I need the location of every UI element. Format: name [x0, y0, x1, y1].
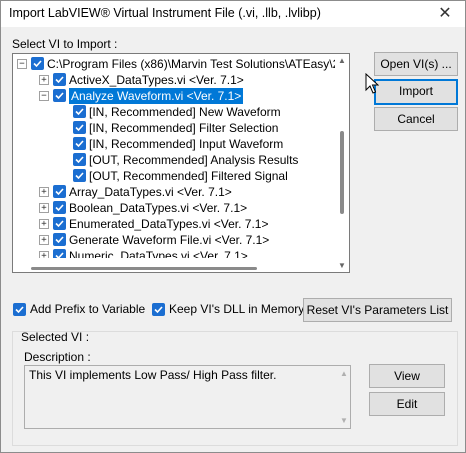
collapse-icon[interactable]: −	[17, 59, 27, 69]
description-box[interactable]: This VI implements Low Pass/ High Pass f…	[24, 365, 351, 429]
view-button[interactable]: View	[369, 364, 445, 388]
tree-parameter-item[interactable]: [IN, Recommended] New Waveform	[13, 104, 335, 120]
scroll-down-icon[interactable]: ▼	[338, 261, 346, 270]
tree-item-label: Generate Waveform File.vi <Ver. 7.1>	[69, 233, 270, 247]
tree-vi-item[interactable]: + Boolean_DataTypes.vi <Ver. 7.1>	[13, 200, 335, 216]
tree-item-label: Analyze Waveform.vi <Ver. 7.1>	[69, 88, 244, 104]
tree-parameter-item[interactable]: [IN, Recommended] Input Waveform	[13, 136, 335, 152]
vi-tree[interactable]: − C:\Program Files (x86)\Marvin Test Sol…	[12, 53, 350, 273]
tree-root-path: C:\Program Files (x86)\Marvin Test Solut…	[47, 57, 350, 71]
tree-parameter-item[interactable]: [IN, Recommended] Filter Selection	[13, 120, 335, 136]
checkbox-icon[interactable]	[53, 185, 66, 198]
scroll-up-icon[interactable]: ▲	[338, 56, 346, 65]
description-label: Description :	[24, 350, 91, 364]
checkbox-icon[interactable]	[73, 137, 86, 150]
tree-horizontal-scrollbar[interactable]	[13, 258, 335, 272]
tree-item-label: ActiveX_DataTypes.vi <Ver. 7.1>	[69, 73, 244, 87]
select-vi-label: Select VI to Import :	[12, 37, 118, 51]
selected-vi-label: Selected VI :	[21, 330, 90, 344]
checkbox-icon[interactable]	[73, 121, 86, 134]
tree-item-label: Boolean_DataTypes.vi <Ver. 7.1>	[69, 201, 248, 215]
tree-vertical-scrollbar[interactable]: ▲ ▼	[335, 54, 349, 272]
tree-parameter-item[interactable]: [OUT, Recommended] Analysis Results	[13, 152, 335, 168]
expand-icon[interactable]: +	[39, 203, 49, 213]
checkbox-icon[interactable]	[53, 73, 66, 86]
checkbox-icon[interactable]	[53, 201, 66, 214]
title-bar[interactable]: Import LabVIEW® Virtual Instrument File …	[1, 1, 465, 27]
checkbox-icon[interactable]	[53, 233, 66, 246]
open-vis-button[interactable]: Open VI(s) ...	[374, 52, 458, 76]
checkbox-icon[interactable]	[152, 303, 165, 316]
tree-item-label: Array_DataTypes.vi <Ver. 7.1>	[69, 185, 232, 199]
expand-icon[interactable]: +	[39, 187, 49, 197]
scrollbar-thumb[interactable]	[31, 267, 257, 270]
description-text: This VI implements Low Pass/ High Pass f…	[29, 368, 277, 382]
tree-parameter-item[interactable]: [OUT, Recommended] Filtered Signal	[13, 168, 335, 184]
tree-item-label: Enumerated_DataTypes.vi <Ver. 7.1>	[69, 217, 269, 231]
tree-item-label: [IN, Recommended] Filter Selection	[89, 121, 279, 135]
tree-vi-item[interactable]: + Array_DataTypes.vi <Ver. 7.1>	[13, 184, 335, 200]
tree-item-label: [IN, Recommended] Input Waveform	[89, 137, 284, 151]
tree-vi-item[interactable]: + Enumerated_DataTypes.vi <Ver. 7.1>	[13, 216, 335, 232]
cancel-button[interactable]: Cancel	[374, 107, 458, 131]
import-labview-dialog: Import LabVIEW® Virtual Instrument File …	[0, 0, 466, 453]
checkbox-icon[interactable]	[53, 89, 66, 102]
window-title: Import LabVIEW® Virtual Instrument File …	[9, 6, 321, 20]
tree-item-label: [OUT, Recommended] Filtered Signal	[89, 169, 288, 183]
checkbox-icon[interactable]	[53, 217, 66, 230]
tree-vi-item[interactable]: + Generate Waveform File.vi <Ver. 7.1>	[13, 232, 335, 248]
add-prefix-checkbox[interactable]: Add Prefix to Variable	[13, 302, 153, 318]
expand-icon[interactable]: +	[39, 75, 49, 85]
mouse-cursor-icon	[365, 73, 379, 94]
collapse-icon[interactable]: −	[39, 91, 49, 101]
add-prefix-label: Add Prefix to Variable	[30, 302, 146, 316]
tree-item-label: [OUT, Recommended] Analysis Results	[89, 153, 299, 167]
checkbox-icon[interactable]	[73, 169, 86, 182]
checkbox-icon[interactable]	[73, 105, 86, 118]
tree-root[interactable]: − C:\Program Files (x86)\Marvin Test Sol…	[13, 56, 349, 72]
expand-icon[interactable]: +	[39, 219, 49, 229]
keep-dll-label: Keep VI's DLL in Memory	[169, 302, 305, 316]
import-button[interactable]: Import	[374, 79, 458, 105]
checkbox-icon[interactable]	[13, 303, 26, 316]
keep-dll-checkbox[interactable]: Keep VI's DLL in Memory	[152, 302, 304, 318]
scroll-down-icon[interactable]: ▼	[340, 416, 348, 425]
tree-vi-item[interactable]: + ActiveX_DataTypes.vi <Ver. 7.1>	[13, 72, 335, 88]
checkbox-icon[interactable]	[31, 57, 44, 70]
tree-vi-item[interactable]: − Analyze Waveform.vi <Ver. 7.1>	[13, 88, 335, 104]
edit-button[interactable]: Edit	[369, 392, 445, 416]
reset-parameters-button[interactable]: Reset VI's Parameters List	[303, 298, 452, 322]
expand-icon[interactable]: +	[39, 235, 49, 245]
checkbox-icon[interactable]	[73, 153, 86, 166]
tree-item-label: [IN, Recommended] New Waveform	[89, 105, 281, 119]
description-scrollbar[interactable]: ▲ ▼	[337, 366, 350, 428]
close-icon[interactable]: ✕	[435, 4, 455, 24]
scroll-up-icon[interactable]: ▲	[340, 369, 348, 378]
scrollbar-thumb[interactable]	[340, 131, 344, 214]
